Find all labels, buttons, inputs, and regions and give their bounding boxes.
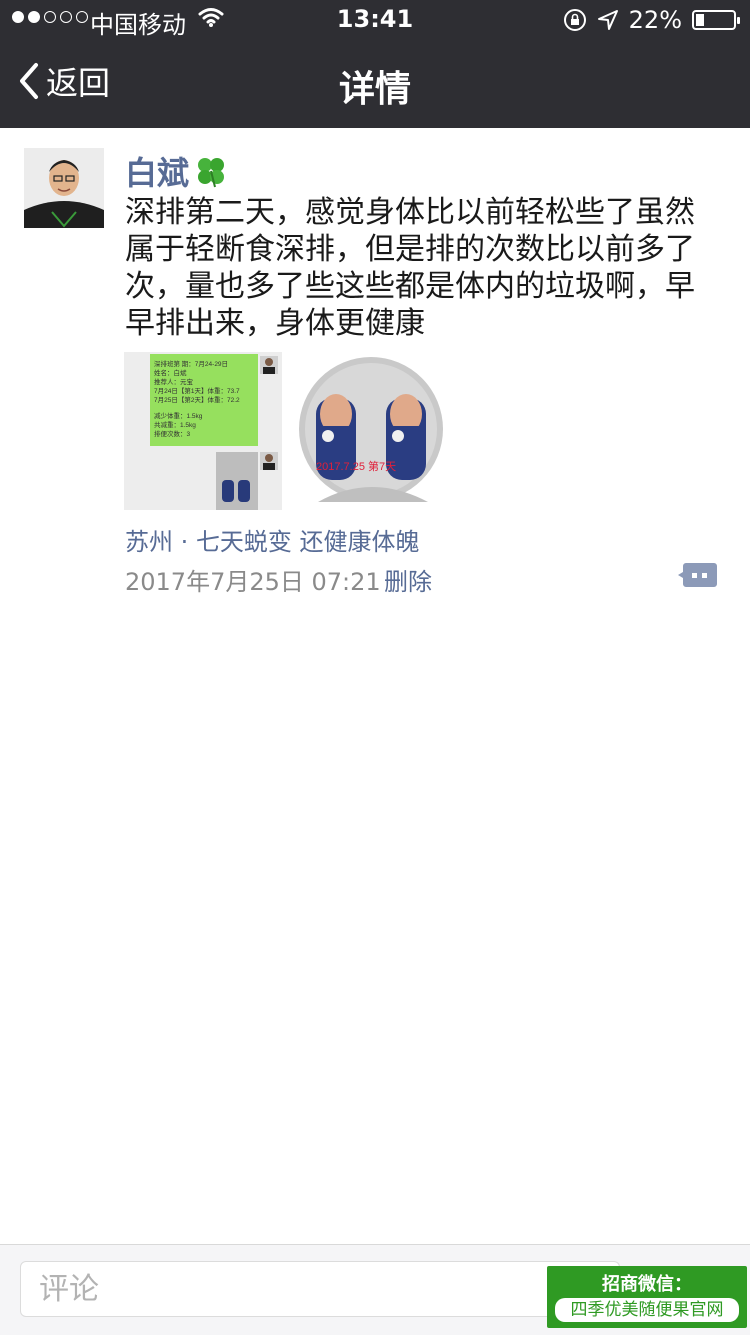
screenshot-line-2: 姓名：白斌 bbox=[154, 368, 187, 377]
more-actions-icon bbox=[678, 563, 717, 587]
author-name[interactable]: 白斌 bbox=[125, 148, 229, 194]
screenshot-line-3: 推荐人：元宝 bbox=[154, 377, 194, 386]
watermark-line-2: 四季优美随便果官网 bbox=[555, 1298, 739, 1322]
battery-level bbox=[696, 14, 704, 26]
delete-button[interactable]: 删除 bbox=[384, 562, 432, 597]
navigation-bar: 返回 详情 bbox=[0, 40, 750, 128]
clover-icon bbox=[198, 158, 225, 188]
screenshot-line-6: 减少体重：1.5kg bbox=[154, 411, 203, 420]
photo-date-caption: 2017.7.25 第7天 bbox=[316, 459, 396, 473]
battery-percent: 22% bbox=[628, 6, 682, 34]
author-name-text: 白斌 bbox=[125, 154, 190, 192]
page-title: 详情 bbox=[338, 69, 411, 110]
screenshot-line-7: 共减重：1.5kg bbox=[154, 420, 196, 429]
watermark-badge: 招商微信：zmmhao88 四季优美随便果官网 bbox=[547, 1266, 747, 1328]
location-arrow-icon bbox=[597, 10, 618, 30]
top-bar: 中国移动 13:41 22% 返回 详情 bbox=[0, 0, 750, 128]
post-text: 深排第二天，感觉身体比以前轻松些了虽然属于轻断食深排，但是排的次数比以前多了次，… bbox=[125, 195, 695, 341]
screenshot-line-8: 排便次数：3 bbox=[154, 429, 191, 438]
screenshot-line-1: 深排班第 期：7月24-29日 bbox=[154, 359, 228, 368]
post-image-screenshot[interactable]: 深排班第 期：7月24-29日 姓名：白斌 推荐人：元宝 7月24日【第1天】体… bbox=[124, 352, 282, 510]
comment-input[interactable] bbox=[20, 1261, 620, 1317]
post-timestamp: 2017年7月25日 07:21 bbox=[125, 568, 381, 596]
post-location[interactable]: 苏州 · 七天蜕变 还健康体魄 bbox=[125, 522, 420, 557]
screenshot-line-4: 7月24日【第1天】体重：73.7 bbox=[154, 386, 240, 395]
avatar[interactable] bbox=[24, 148, 104, 228]
battery-icon bbox=[692, 10, 740, 30]
status-bar: 中国移动 13:41 22% bbox=[0, 0, 750, 40]
comment-action-button[interactable] bbox=[678, 561, 718, 589]
post-image-feet-photo[interactable]: 2017.7.25 第7天 bbox=[298, 352, 456, 510]
rotation-lock-icon bbox=[563, 9, 586, 31]
screenshot-line-5: 7月25日【第2天】体重：72.2 bbox=[154, 395, 240, 404]
